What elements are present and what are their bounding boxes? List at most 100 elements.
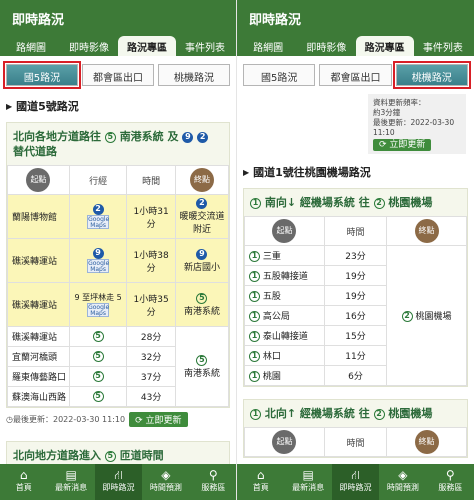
freeway-shield-icon: 2 xyxy=(373,408,385,420)
origin-cell: 宜蘭河橋頭 xyxy=(7,346,70,367)
nav-news[interactable]: ▤ 最新消息 xyxy=(47,464,94,500)
freeway-shield-icon: 5 xyxy=(196,292,208,304)
route-cell[interactable]: 9 至坪林走 5 Google Maps xyxy=(68,282,128,327)
nav-traffic[interactable]: ⛙ 即時路況 xyxy=(94,464,143,500)
airport-time-table: 起點 時間 終點 1 三重 23分 2 桃園機場 1 五股轉接道 19分 1 五… xyxy=(244,216,467,386)
google-maps-icon[interactable]: Google Maps xyxy=(87,258,109,273)
freeway-shield-icon: 5 xyxy=(92,331,104,342)
origin-name: 泰山轉接道 xyxy=(262,332,308,342)
freeway-shield-icon: 5 xyxy=(92,391,104,402)
refresh-button[interactable]: ⟳ 立即更新 xyxy=(373,139,432,151)
home-icon: ⌂ xyxy=(19,468,28,482)
freeway-shield-icon: 2 xyxy=(401,311,413,322)
nav-prediction[interactable]: ◈ 時間預測 xyxy=(142,464,189,500)
nav-service-area[interactable]: ⚲ 服務區 xyxy=(190,464,236,500)
nav-label: 首頁 xyxy=(15,483,32,492)
origin-name: 五股 xyxy=(262,292,281,302)
nav-traffic[interactable]: ⛙ 即時路況 xyxy=(331,464,380,500)
fork-knife-icon: ⚲ xyxy=(208,468,218,482)
home-icon: ⌂ xyxy=(256,468,265,482)
time-cell: 15分 xyxy=(323,325,388,346)
table-row: 礁溪轉運站 9 至坪林走 5 Google Maps 1小時35分 5 南港系統 xyxy=(7,282,230,327)
route-cell[interactable]: 9 Google Maps xyxy=(68,238,128,283)
freeway-shield-icon: 1 xyxy=(250,408,261,420)
refresh-label: 立即更新 xyxy=(145,416,182,426)
tab-live-video[interactable]: 即時影像 xyxy=(297,36,355,56)
tab-traffic-zone[interactable]: 路況專區 xyxy=(355,36,414,56)
origin-cell: 1 高公局 xyxy=(244,305,325,326)
refresh-label: 立即更新 xyxy=(389,140,426,150)
origin-cell: 蘭陽博物館 xyxy=(7,194,70,239)
origin-cell: 蘇澳海山西路 xyxy=(7,386,70,407)
nav-label: 服務區 xyxy=(438,483,463,492)
google-maps-icon[interactable]: Google Maps xyxy=(87,214,109,229)
origin-cell: 礁溪轉運站 xyxy=(7,238,70,283)
tab-network-map[interactable]: 路網圖 xyxy=(239,36,297,56)
tab-bar: 路網圖 即時影像 路況專區 事件列表 xyxy=(0,36,236,56)
time-cell: 23分 xyxy=(323,245,388,266)
nav-home[interactable]: ⌂ 首頁 xyxy=(237,464,284,500)
nav-service-area[interactable]: ⚲ 服務區 xyxy=(427,464,474,500)
origin-header: 起點 xyxy=(26,168,51,192)
dest-header: 終點 xyxy=(414,430,439,454)
seg-airport[interactable]: 桃機路況 xyxy=(392,61,471,89)
freeway-shield-icon: 1 xyxy=(249,291,260,302)
origin-cell: 礁溪轉運站 xyxy=(7,282,70,327)
table-row: 礁溪轉運站 9 Google Maps 1小時38分 9 新店國小 xyxy=(7,238,230,283)
travel-time-table: 起點 行經 時間 終點 蘭陽博物館 2 Google Maps 1小時31分 2… xyxy=(7,165,230,407)
route-shield-icon: 2 xyxy=(196,198,208,209)
seg-freeway5[interactable]: 國5路況 xyxy=(243,64,316,86)
freeway-shield-icon: 1 xyxy=(249,251,260,262)
last-update-row: ◷ 最後更新：2022-03-30 11:10 ⟳ 立即更新 xyxy=(6,412,230,427)
dest-header: 終點 xyxy=(414,219,439,243)
time-header: 時間 xyxy=(323,427,388,457)
triangle-icon: ▶ xyxy=(243,167,250,177)
nav-home[interactable]: ⌂ 首頁 xyxy=(0,464,47,500)
time-cell: 1小時38分 xyxy=(126,238,176,283)
segment-control: 國5路況 都會區出口 桃機路況 xyxy=(3,61,230,89)
dest-header: 終點 xyxy=(189,168,214,192)
tab-event-list[interactable]: 事件列表 xyxy=(176,36,234,56)
airport-time-table: 起點 時間 終點 xyxy=(244,427,467,457)
refresh-button[interactable]: ⟳ 立即更新 xyxy=(129,412,188,427)
nav-news[interactable]: ▤ 最新消息 xyxy=(284,464,331,500)
time-cell: 16分 xyxy=(323,305,388,326)
nav-label: 最新消息 xyxy=(55,483,88,492)
dest-cell: 9 新店國小 xyxy=(174,238,230,283)
last-update-text: 最後更新：2022-03-30 11:10 xyxy=(12,415,126,424)
google-maps-icon[interactable]: Google Maps xyxy=(87,302,109,317)
seg-metro-exit[interactable]: 都會區出口 xyxy=(319,64,392,86)
seg-airport[interactable]: 桃機路況 xyxy=(158,64,230,86)
nav-label: 時間預測 xyxy=(149,483,182,492)
tab-traffic-zone[interactable]: 路況專區 xyxy=(118,36,176,56)
tab-event-list[interactable]: 事件列表 xyxy=(414,36,472,56)
table-header: 起點 行經 時間 終點 xyxy=(7,165,230,195)
origin-header: 起點 xyxy=(272,219,297,243)
heading-text: 南向↓ 經機場系統 往 xyxy=(264,196,370,209)
origin-name: 五股轉接道 xyxy=(262,272,308,282)
table-header: 起點 時間 終點 xyxy=(244,427,467,457)
segment-control: 國5路況 都會區出口 桃機路況 xyxy=(243,61,471,89)
seg-metro-exit[interactable]: 都會區出口 xyxy=(82,64,154,86)
heading-text: 北向↑ 經機場系統 往 xyxy=(264,407,370,420)
origin-cell: 1 林口 xyxy=(244,345,325,366)
nav-prediction[interactable]: ◈ 時間預測 xyxy=(379,464,426,500)
route-text: 9 至坪林走 5 xyxy=(74,292,122,302)
dest-name: 南港系統 xyxy=(183,368,220,379)
time-header: 時間 xyxy=(126,165,176,195)
heading-text: 桃園機場 xyxy=(388,407,433,420)
tab-live-video[interactable]: 即時影像 xyxy=(60,36,118,56)
route-cell[interactable]: 2 Google Maps xyxy=(68,194,128,239)
origin-cell: 1 五股轉接道 xyxy=(244,265,325,286)
seg-freeway5[interactable]: 國5路況 xyxy=(3,61,81,89)
time-cell: 32分 xyxy=(126,346,176,367)
info-line: 資料更新頻率： xyxy=(373,98,426,107)
freeway-shield-icon: 1 xyxy=(249,311,260,322)
update-info: 資料更新頻率： 約3分鐘 最後更新：2022-03-30 11:10 ⟳ 立即更… xyxy=(368,94,466,154)
time-cell: 43分 xyxy=(126,386,176,407)
tab-network-map[interactable]: 路網圖 xyxy=(2,36,60,56)
page-title: 即時路況 xyxy=(0,0,236,36)
bottom-nav: ⌂ 首頁 ▤ 最新消息 ⛙ 即時路況 ◈ 時間預測 ⚲ 服務區 xyxy=(0,464,236,500)
dest-cell: 5 南港系統 xyxy=(174,326,230,407)
direction-icon: ◈ xyxy=(161,468,171,482)
